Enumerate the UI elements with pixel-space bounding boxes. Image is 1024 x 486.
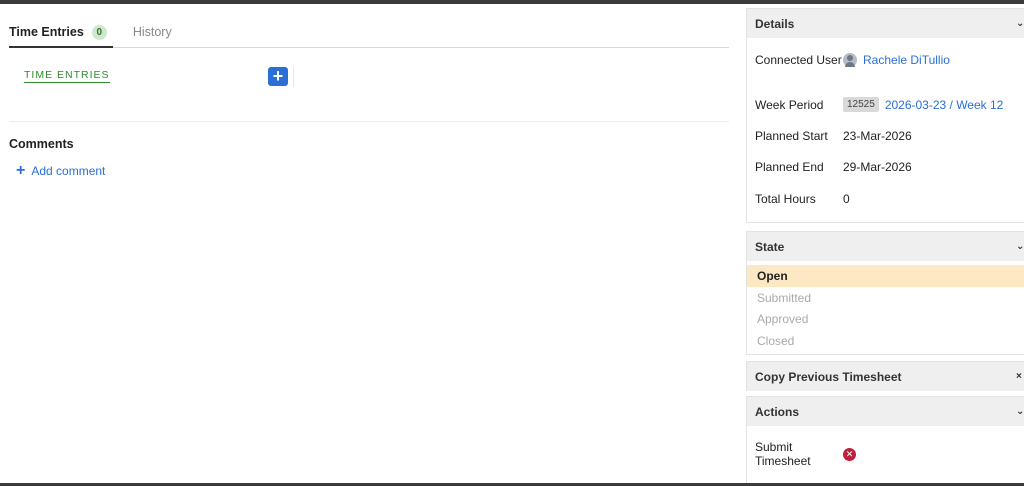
state-title: State	[755, 239, 785, 254]
actions-header[interactable]: Actions ⌄	[747, 397, 1024, 426]
tab-time-entries-label: Time Entries	[9, 25, 84, 39]
chevron-down-icon: ⌄	[1016, 18, 1024, 29]
side-panel: Details ⌄ Connected User Rachele DiTulli…	[746, 8, 1024, 486]
state-item-open[interactable]: Open	[747, 265, 1024, 287]
add-comment-label: Add comment	[31, 164, 106, 178]
state-panel: State ⌄ Open Submitted Approved Closed	[746, 231, 1024, 355]
total-hours-value: 0	[843, 192, 850, 206]
submit-timesheet-label: Submit Timesheet	[755, 440, 811, 468]
state-item-closed[interactable]: Closed	[747, 330, 1024, 352]
planned-end-label: Planned End	[755, 160, 824, 174]
plus-icon: +	[272, 66, 284, 86]
tab-history-label: History	[132, 25, 172, 39]
state-item-submitted[interactable]: Submitted	[747, 287, 1024, 309]
copy-previous-header[interactable]: Copy Previous Timesheet ×	[747, 362, 1024, 391]
section-divider	[9, 121, 729, 122]
chevron-down-icon: ⌄	[1016, 406, 1024, 417]
main-content: Time Entries 0 History TIME ENTRIES + Co…	[0, 4, 740, 483]
copy-previous-title: Copy Previous Timesheet	[755, 369, 902, 384]
week-period-label: Week Period	[755, 97, 824, 112]
time-entries-count-badge: 0	[91, 25, 107, 40]
planned-end-row: Planned End 29-Mar-2026	[755, 160, 912, 174]
time-entries-section-label[interactable]: TIME ENTRIES	[24, 69, 110, 83]
avatar-icon	[843, 53, 857, 67]
details-header[interactable]: Details ⌄	[747, 9, 1024, 38]
add-time-entry-button[interactable]: +	[268, 67, 288, 86]
total-hours-label: Total Hours	[755, 192, 816, 206]
actions-title: Actions	[755, 404, 800, 419]
week-period-id-badge: 12525	[843, 97, 879, 112]
comments-title: Comments	[9, 137, 74, 151]
error-icon[interactable]: ✕	[843, 447, 856, 461]
connected-user-row: Connected User Rachele DiTullio	[755, 53, 950, 67]
week-period-link[interactable]: 2026-03-23 / Week 12	[885, 98, 1004, 112]
tab-time-entries[interactable]: Time Entries 0	[9, 22, 113, 48]
week-period-row: Week Period 12525 2026-03-23 / Week 12	[755, 97, 1003, 112]
actions-panel: Actions ⌄ Submit Timesheet ✕	[746, 396, 1024, 486]
tab-history[interactable]: History	[133, 22, 172, 48]
state-item-approved[interactable]: Approved	[747, 308, 1024, 330]
copy-previous-panel: Copy Previous Timesheet ×	[746, 361, 1024, 391]
connected-user-label: Connected User	[755, 53, 842, 67]
total-hours-row: Total Hours 0	[755, 192, 850, 206]
details-title: Details	[755, 16, 795, 31]
divider	[293, 67, 294, 87]
submit-timesheet-row: Submit Timesheet ✕	[755, 440, 856, 468]
add-comment-link[interactable]: + Add comment	[16, 162, 106, 179]
details-panel: Details ⌄ Connected User Rachele DiTulli…	[746, 8, 1024, 223]
close-icon[interactable]: ×	[1016, 371, 1024, 382]
plus-icon: +	[16, 162, 26, 179]
state-header[interactable]: State ⌄	[747, 232, 1024, 261]
planned-start-row: Planned Start 23-Mar-2026	[755, 129, 912, 143]
connected-user-link[interactable]: Rachele DiTullio	[863, 53, 950, 67]
tab-bar: Time Entries 0 History	[9, 22, 729, 48]
planned-start-value: 23-Mar-2026	[843, 129, 912, 143]
planned-start-label: Planned Start	[755, 129, 828, 143]
chevron-down-icon: ⌄	[1016, 241, 1024, 252]
planned-end-value: 29-Mar-2026	[843, 160, 912, 174]
